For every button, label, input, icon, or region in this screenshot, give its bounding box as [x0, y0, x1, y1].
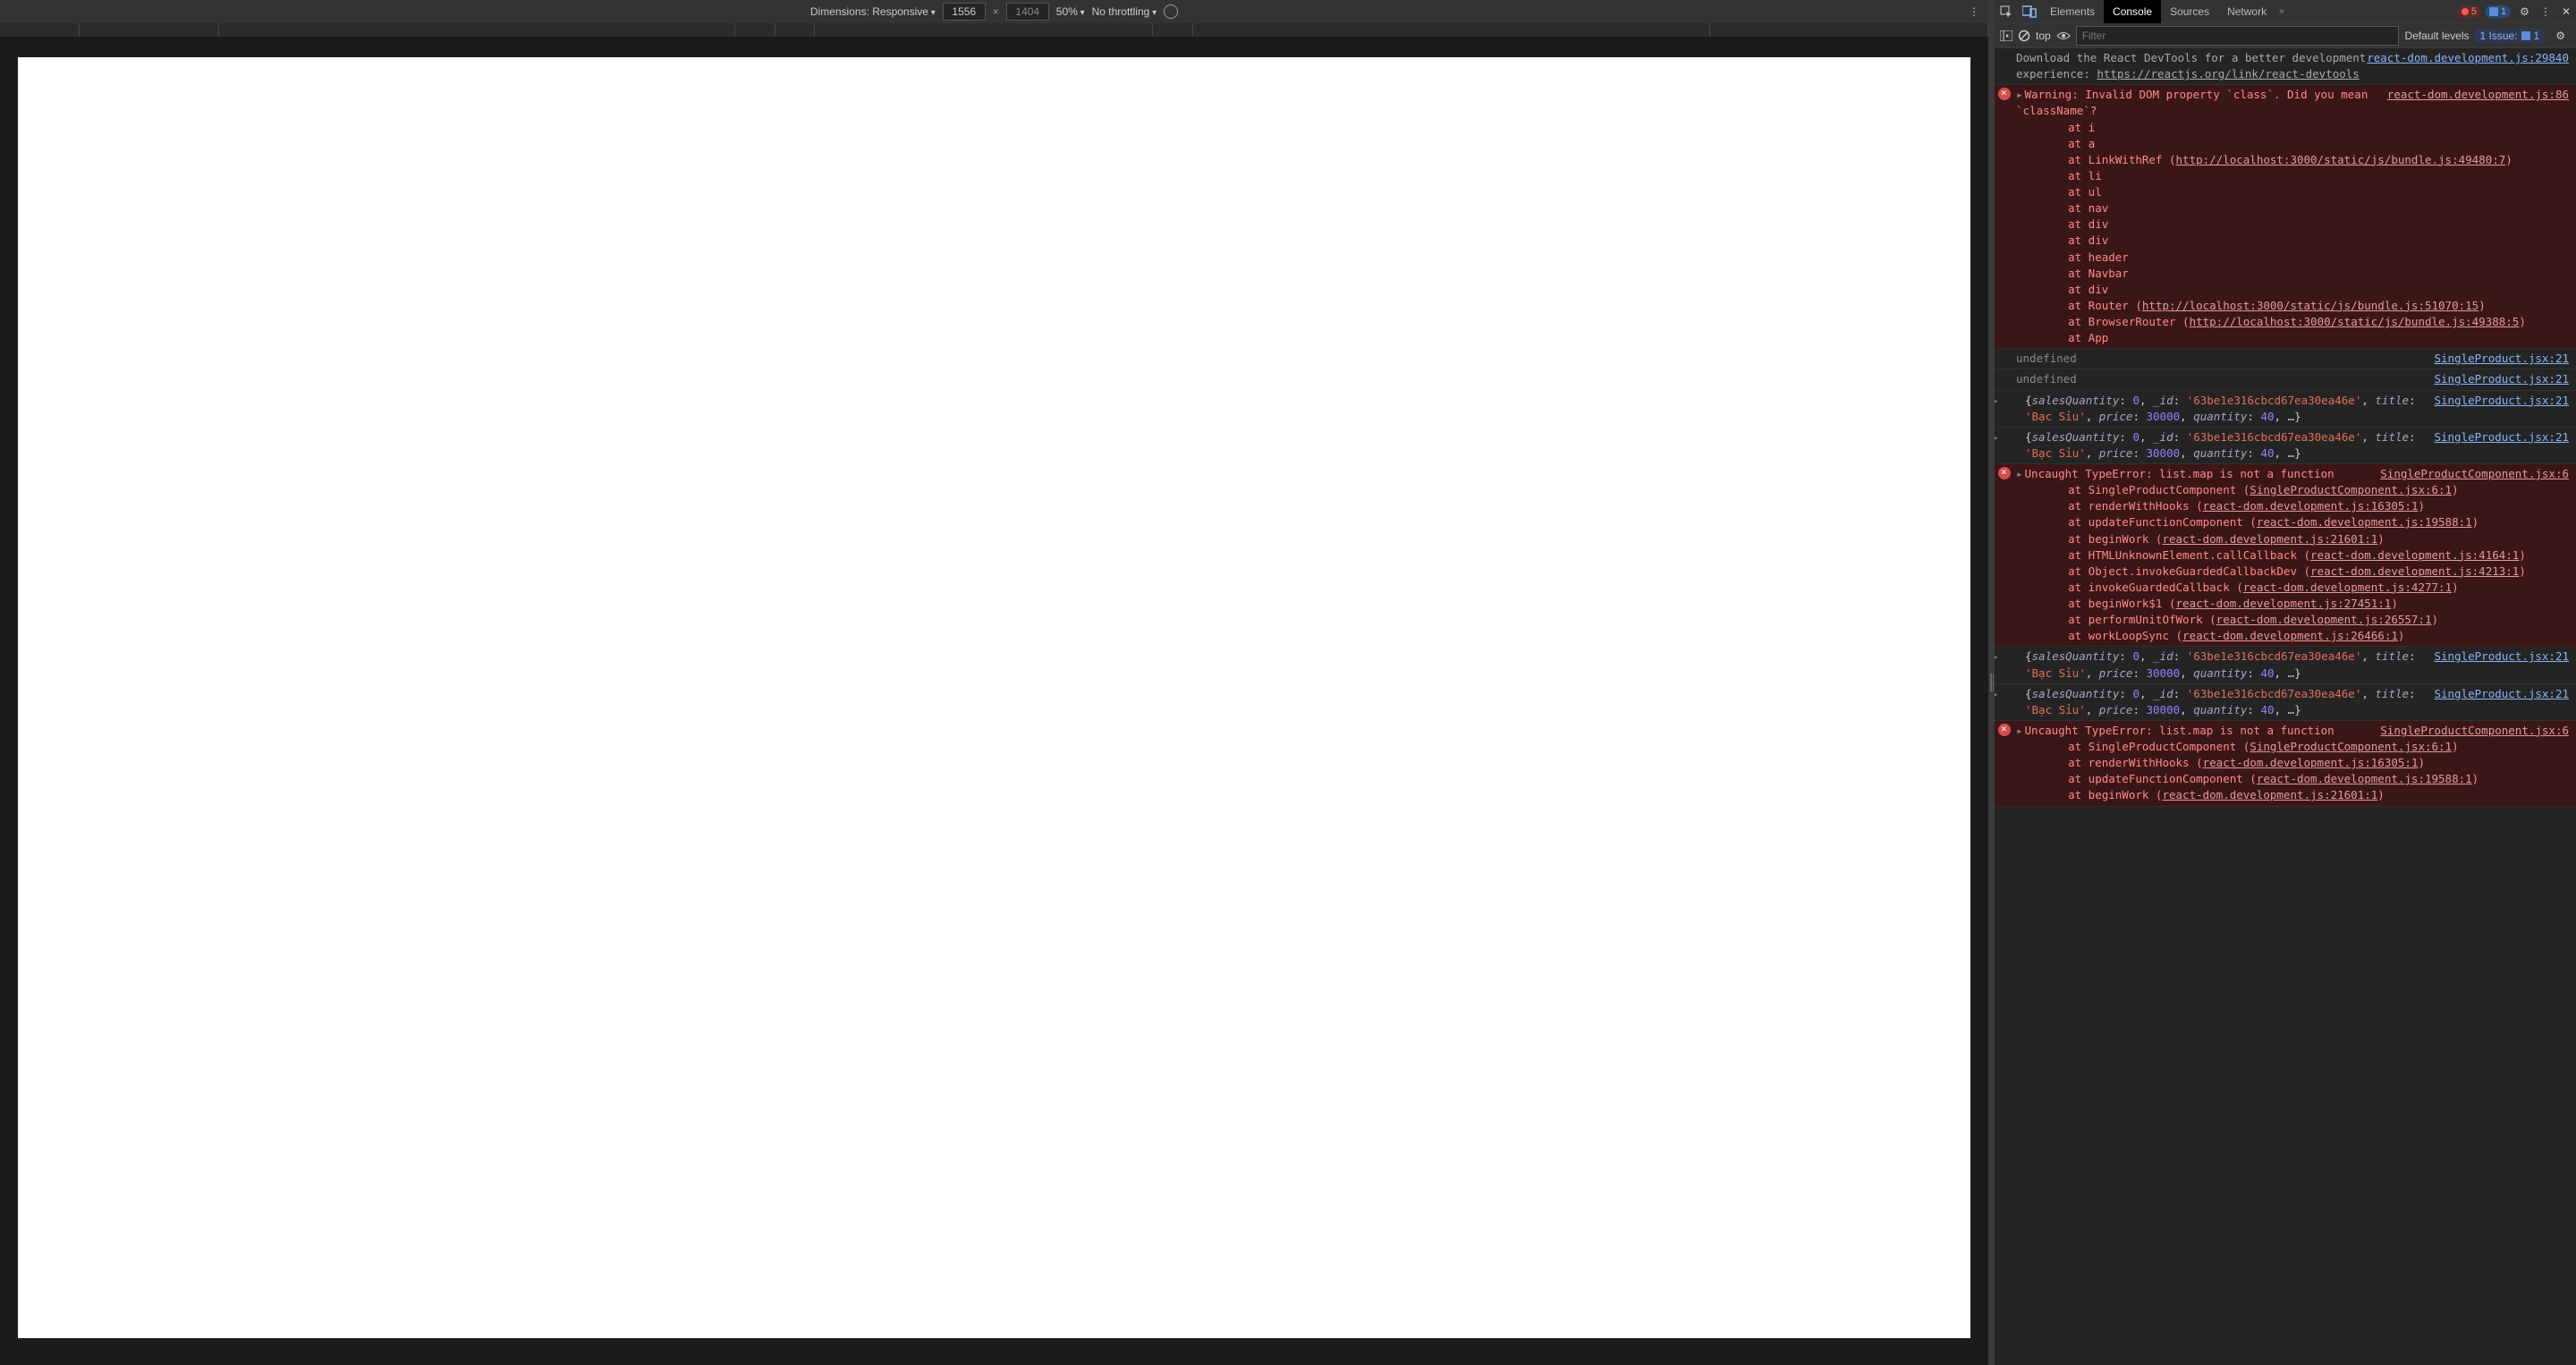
inspect-icon[interactable]	[1995, 0, 2018, 23]
source-link[interactable]: SingleProductComponent.jsx:6	[2380, 723, 2569, 739]
expand-caret-icon[interactable]: ▸	[1995, 393, 1999, 409]
issues-button[interactable]: 1 Issue: 1	[2475, 29, 2546, 43]
context-dropdown[interactable]: top	[2036, 30, 2051, 42]
tab-elements[interactable]: Elements	[2041, 0, 2104, 23]
source-link[interactable]: SingleProduct.jsx:21	[2434, 351, 2569, 367]
expand-caret-icon[interactable]: ▸	[1995, 429, 1999, 445]
console-object: SingleProduct.jsx:21▸{salesQuantity: 0, …	[1995, 684, 2576, 721]
console-sidebar-toggle-icon[interactable]	[2000, 30, 2012, 41]
rotate-icon[interactable]	[1164, 4, 1178, 19]
source-link[interactable]: SingleProduct.jsx:21	[2434, 429, 2569, 445]
dimension-separator: ×	[993, 5, 999, 18]
console-message: SingleProduct.jsx:21 undefined	[1995, 369, 2576, 390]
height-input[interactable]	[1006, 3, 1049, 21]
source-link[interactable]: SingleProduct.jsx:21	[2434, 393, 2569, 409]
page-viewport[interactable]	[18, 57, 1970, 1338]
expand-caret-icon[interactable]: ▸	[2016, 723, 2023, 739]
console-error: SingleProductComponent.jsx:6 ▸Uncaught T…	[1995, 464, 2576, 647]
undefined-value: undefined	[2016, 352, 2077, 365]
devtools-link[interactable]: https://reactjs.org/link/react-devtools	[2097, 67, 2360, 81]
source-link[interactable]: SingleProduct.jsx:21	[2434, 649, 2569, 665]
devtools-menu-icon[interactable]: ⋮	[2535, 5, 2556, 18]
clear-console-icon[interactable]	[2018, 30, 2030, 42]
close-devtools-icon[interactable]: ✕	[2556, 5, 2576, 18]
expand-caret-icon[interactable]: ▸	[1995, 649, 1999, 665]
console-controls: top Default levels 1 Issue: 1 ⚙	[1995, 23, 2576, 48]
errors-count: 5	[2471, 6, 2477, 17]
tab-sources[interactable]: Sources	[2161, 0, 2218, 23]
console-settings-gear-icon[interactable]: ⚙	[2550, 30, 2571, 42]
device-toolbar: Dimensions: Responsive × 50% No throttli…	[0, 0, 1988, 23]
throttling-dropdown[interactable]: No throttling	[1092, 5, 1157, 18]
error-icon	[1998, 467, 2011, 479]
levels-dropdown[interactable]: Default levels	[2404, 30, 2469, 42]
info-count: 1	[2501, 6, 2506, 17]
dimensions-dropdown[interactable]: Dimensions: Responsive	[810, 5, 936, 18]
issues-count: 1	[2534, 30, 2540, 42]
devtools-tabs: Elements Console Sources Network » 5 1 ⚙…	[1995, 0, 2576, 23]
tab-network[interactable]: Network	[2218, 0, 2275, 23]
undefined-value: undefined	[2016, 372, 2077, 386]
device-mode-icon[interactable]	[2018, 0, 2041, 23]
error-icon	[1998, 724, 2011, 736]
info-badge[interactable]: 1	[2485, 5, 2511, 18]
expand-caret-icon[interactable]: ▸	[2016, 466, 2023, 482]
settings-gear-icon[interactable]: ⚙	[2514, 5, 2535, 18]
error-text: Uncaught TypeError: list.map is not a fu…	[2025, 467, 2334, 480]
expand-caret-icon[interactable]: ▸	[2016, 87, 2023, 103]
expand-caret-icon[interactable]: ▸	[1995, 686, 1999, 702]
source-link[interactable]: SingleProduct.jsx:21	[2434, 686, 2569, 702]
more-tabs-chevron-icon[interactable]: »	[2275, 6, 2288, 16]
console-error: react-dom.development.js:86 ▸Warning: In…	[1995, 85, 2576, 349]
console-object: SingleProduct.jsx:21▸{salesQuantity: 0, …	[1995, 647, 2576, 683]
console-object: SingleProduct.jsx:21▸{salesQuantity: 0, …	[1995, 391, 2576, 428]
zoom-dropdown[interactable]: 50%	[1056, 5, 1085, 18]
live-expression-icon[interactable]	[2056, 31, 2071, 40]
error-text: Warning: Invalid DOM property `class`. D…	[2016, 88, 2368, 117]
source-link[interactable]: SingleProductComponent.jsx:6	[2380, 466, 2569, 482]
source-link[interactable]: react-dom.development.js:86	[2387, 87, 2569, 103]
tab-console[interactable]: Console	[2104, 0, 2161, 23]
errors-badge[interactable]: 5	[2457, 5, 2481, 18]
filter-input[interactable]	[2076, 26, 2400, 46]
source-link[interactable]: SingleProduct.jsx:21	[2434, 371, 2569, 387]
issues-label: 1 Issue:	[2480, 30, 2518, 42]
width-input[interactable]	[943, 3, 986, 21]
console-message: SingleProduct.jsx:21 undefined	[1995, 349, 2576, 369]
console-object: SingleProduct.jsx:21▸{salesQuantity: 0, …	[1995, 428, 2576, 464]
more-menu-icon[interactable]: ⋮	[1969, 5, 1979, 18]
error-icon	[1998, 88, 2011, 100]
error-text: Uncaught TypeError: list.map is not a fu…	[2025, 724, 2334, 737]
console-message: react-dom.development.js:29840 Download …	[1995, 48, 2576, 85]
console-output[interactable]: react-dom.development.js:29840 Download …	[1995, 48, 2576, 1365]
viewport-wrapper	[0, 38, 1988, 1365]
console-error: SingleProductComponent.jsx:6 ▸Uncaught T…	[1995, 721, 2576, 807]
ruler-horizontal	[0, 23, 1988, 38]
source-link[interactable]: react-dom.development.js:29840	[2367, 50, 2569, 66]
